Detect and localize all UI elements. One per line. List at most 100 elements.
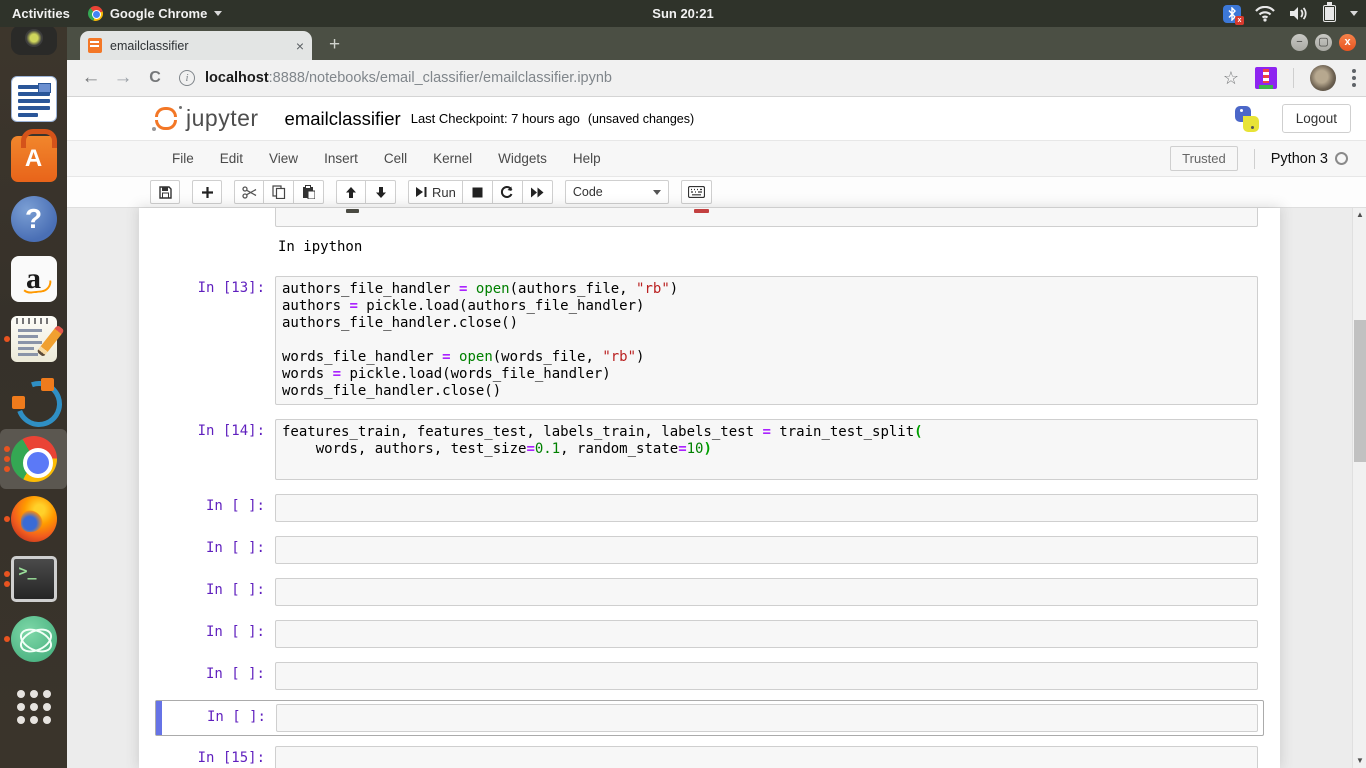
dock-item-libreoffice-writer[interactable] — [0, 69, 67, 129]
system-menu-caret-icon[interactable] — [1350, 11, 1358, 16]
scroll-down-icon[interactable]: ▼ — [1353, 754, 1366, 768]
notebook-cell-selected[interactable]: In [ ]: — [155, 700, 1264, 736]
dock-item-ubuntu-software[interactable]: A — [0, 129, 67, 189]
save-button[interactable] — [150, 180, 180, 204]
browser-window: emailclassifier × + − ▢ x ← → C i localh… — [67, 27, 1366, 768]
add-cell-button[interactable] — [192, 180, 222, 204]
notebook-cell[interactable]: In [ ]: — [139, 571, 1280, 613]
cell-input[interactable] — [276, 704, 1258, 732]
cut-cell-button[interactable] — [234, 180, 264, 204]
dock-item-text-editor[interactable] — [0, 309, 67, 369]
tab-emailclassifier[interactable]: emailclassifier × — [80, 31, 312, 60]
window-maximize-button[interactable]: ▢ — [1315, 34, 1332, 51]
clock[interactable]: Sun 20:21 — [652, 6, 713, 21]
url-path: :8888/notebooks/email_classifier/emailcl… — [269, 70, 612, 86]
cell-input[interactable] — [275, 536, 1258, 564]
notebook-cell[interactable]: In [14]:features_train, features_test, l… — [139, 412, 1280, 487]
trusted-badge[interactable]: Trusted — [1170, 146, 1238, 171]
menu-item-file[interactable]: File — [159, 151, 207, 166]
cell-input[interactable] — [275, 620, 1258, 648]
menu-item-widgets[interactable]: Widgets — [485, 151, 560, 166]
scrollbar-thumb[interactable] — [1354, 320, 1366, 462]
jupyter-header: jupyter emailclassifier Last Checkpoint:… — [67, 97, 1366, 140]
notebook-title[interactable]: emailclassifier — [285, 108, 401, 130]
cell-input[interactable] — [275, 746, 1258, 768]
profile-avatar[interactable] — [1310, 65, 1336, 91]
command-palette-button[interactable] — [681, 180, 712, 204]
clipped-code-fragment — [346, 209, 359, 213]
notebook-cell-markdown[interactable]: In ipython — [139, 227, 1280, 269]
run-cell-button[interactable]: Run — [408, 180, 463, 204]
copy-cell-button[interactable] — [264, 180, 294, 204]
wifi-icon[interactable] — [1255, 6, 1275, 22]
menu-item-help[interactable]: Help — [560, 151, 614, 166]
notebook-cell[interactable]: In [15]: — [139, 739, 1280, 768]
forward-button[interactable]: → — [107, 67, 139, 89]
move-cell-down-button[interactable] — [366, 180, 396, 204]
window-close-button[interactable]: x — [1339, 34, 1356, 51]
restart-kernel-button[interactable] — [493, 180, 523, 204]
new-tab-button[interactable]: + — [329, 34, 340, 56]
sync-app-icon — [11, 376, 57, 422]
cell-input[interactable] — [275, 208, 1258, 227]
python-logo-icon — [1234, 106, 1260, 132]
url-host: localhost — [205, 70, 269, 86]
notebook-cell[interactable]: In [ ]: — [139, 529, 1280, 571]
cell-input[interactable]: features_train, features_test, labels_tr… — [275, 419, 1258, 480]
notebook-cell[interactable]: In [ ]: — [139, 613, 1280, 655]
menu-item-edit[interactable]: Edit — [207, 151, 256, 166]
dock-item-google-chrome[interactable] — [0, 429, 67, 489]
bookmark-star-icon[interactable]: ☆ — [1223, 68, 1239, 89]
volume-icon[interactable] — [1289, 5, 1309, 22]
menu-item-kernel[interactable]: Kernel — [420, 151, 485, 166]
clipped-code-fragment — [694, 209, 709, 213]
activities-button[interactable]: Activities — [12, 6, 70, 21]
dock-item-amazon[interactable]: a — [0, 249, 67, 309]
cell-prompt: In [ ]: — [139, 582, 265, 598]
tab-close-icon[interactable]: × — [296, 39, 304, 53]
cell-prompt: In [13]: — [139, 280, 265, 296]
notebook-cell[interactable]: In [13]: authors_file_handler = open(auth… — [139, 269, 1280, 412]
notebook-cell[interactable]: In [ ]: — [139, 655, 1280, 697]
jupyter-brand[interactable]: jupyter — [186, 105, 259, 132]
menu-item-insert[interactable]: Insert — [311, 151, 371, 166]
reload-button[interactable]: C — [139, 69, 171, 87]
bluetooth-icon[interactable]: x — [1223, 5, 1241, 23]
paste-cell-button[interactable] — [294, 180, 324, 204]
ubuntu-software-icon: A — [11, 136, 57, 182]
dock-item-atom[interactable] — [0, 609, 67, 669]
battery-icon[interactable] — [1323, 5, 1336, 22]
app-menu[interactable]: Google Chrome — [88, 6, 223, 21]
back-button[interactable]: ← — [75, 67, 107, 89]
cell-input[interactable] — [275, 662, 1258, 690]
select-caret-icon — [653, 190, 661, 195]
logout-button[interactable]: Logout — [1282, 104, 1351, 133]
cell-input[interactable] — [275, 494, 1258, 522]
scrollbar[interactable]: ▲ ▼ — [1352, 208, 1366, 768]
dock-item-firefox[interactable] — [0, 489, 67, 549]
jupyter-logo-icon[interactable] — [152, 105, 182, 133]
cell-type-value: Code — [573, 185, 603, 199]
dock-item-show-applications[interactable] — [0, 677, 67, 737]
extension-icon[interactable] — [1255, 67, 1277, 89]
dock-item-help[interactable]: ? — [0, 189, 67, 249]
notebook-cell[interactable]: In [ ]: — [139, 487, 1280, 529]
menu-item-cell[interactable]: Cell — [371, 151, 420, 166]
dock-item-terminal[interactable]: >_ — [0, 549, 67, 609]
interrupt-kernel-button[interactable] — [463, 180, 493, 204]
restart-run-all-button[interactable] — [523, 180, 553, 204]
cell-input[interactable]: authors_file_handler = open(authors_file… — [275, 276, 1258, 405]
window-minimize-button[interactable]: − — [1291, 34, 1308, 51]
address-bar[interactable]: localhost:8888/notebooks/email_classifie… — [205, 70, 612, 86]
move-cell-up-button[interactable] — [336, 180, 366, 204]
scroll-up-icon[interactable]: ▲ — [1353, 208, 1366, 222]
site-info-icon[interactable]: i — [179, 70, 195, 86]
cell-input[interactable] — [275, 578, 1258, 606]
notebook-cell-clipped[interactable] — [139, 208, 1280, 227]
ubuntu-dock: A ? a >_ — [0, 27, 67, 768]
dock-item-top-app[interactable] — [0, 27, 67, 69]
dock-item-sync-app[interactable] — [0, 369, 67, 429]
menu-item-view[interactable]: View — [256, 151, 311, 166]
browser-menu-icon[interactable] — [1352, 69, 1356, 87]
cell-type-select[interactable]: Code — [565, 180, 669, 204]
